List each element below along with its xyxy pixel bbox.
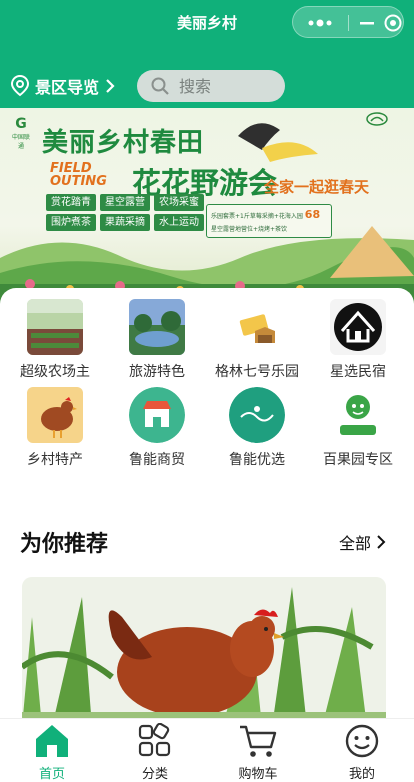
tab-profile[interactable]: 我的 [322,719,402,782]
tab-category[interactable]: 分类 [115,719,195,782]
category-label: 百果园专区 [323,452,393,468]
chevron-right-icon [106,79,115,93]
search-bar[interactable] [137,70,285,102]
tab-label: 购物车 [238,767,278,782]
farm-photo-icon [27,299,83,355]
banner-tag: 围炉煮茶 [46,214,96,231]
banner-promo-box: 乐园套票+1斤草莓采摘+花海入园 68 星空露营地营位+烧烤+茶饮 [206,204,332,238]
more-icon[interactable] [303,13,339,33]
partner-logo [350,112,404,128]
tab-cart[interactable]: 购物车 [218,719,298,782]
banner-tag: 赏花踏青 [46,194,96,211]
category-item-super-farmer[interactable]: 超级农场主 [7,299,103,381]
category-item-homestay[interactable]: 星选民宿 [310,299,406,381]
recommend-title: 为你推荐 [20,532,109,557]
store-icon [129,387,185,443]
lake-photo-icon [129,299,185,355]
category-item-fruit-garden[interactable]: 百果园专区 [310,387,406,469]
profile-icon [345,724,379,758]
hen-photo [22,577,386,727]
scenic-guide-label: 景区导览 [35,78,100,97]
chicken-icon [27,387,83,443]
category-item-specialty[interactable]: 乡村特产 [7,387,103,469]
banner-title-line1: 美丽乡村春田 [42,128,205,158]
category-item-luneng-trade[interactable]: 鲁能商贸 [109,387,205,469]
promo-line-1: 乐园套票+1斤草莓采摘+花海入园 [211,213,303,220]
category-label: 格林七号乐园 [215,364,299,380]
close-icon[interactable] [383,13,403,33]
location-pin-icon [10,75,30,97]
minimize-icon[interactable] [357,13,377,33]
banner-tag: 果蔬采摘 [100,214,150,231]
luneng-select-icon [229,387,285,443]
promo-price: 68 [304,208,321,221]
category-label: 乡村特产 [27,452,83,468]
category-grid: 超级农场主 旅游特色 格林七号乐园 星选民宿 乡村特产 鲁能商贸 鲁能优选 百果… [0,288,414,493]
recommend-all-label: 全部 [339,534,372,553]
tab-label: 分类 [141,767,168,782]
ticket-icon [229,299,285,355]
category-icon [138,723,171,757]
banner-field-outing: FIELD OUTING [50,161,107,189]
chevron-right-icon [377,535,386,549]
category-label: 旅游特色 [129,364,185,380]
search-icon [151,77,169,95]
scenic-guide-link[interactable]: 景区导览 [10,72,122,100]
banner-tag: 水上运动 [154,214,204,231]
bottom-tab-bar: 首页 分类 购物车 我的 [0,718,414,782]
category-item-green-park[interactable]: 格林七号乐园 [209,299,305,381]
miniprogram-capsule [292,6,404,38]
top-bar: 美丽乡村 景区导览 [0,0,414,110]
category-label: 超级农场主 [20,364,90,380]
tab-home[interactable]: 首页 [12,719,92,782]
promo-banner[interactable]: G 中国联通 美丽乡村春田 FIELD OUTING 花花野游会 全家一起逛春天 … [0,108,414,304]
home-icon [36,725,68,757]
partner-logo-icon [366,112,388,126]
search-input[interactable] [177,75,281,97]
tab-label: 首页 [38,767,65,782]
tab-label: 我的 [348,767,375,782]
unicom-logo: G 中国联通 [11,116,30,150]
category-item-luneng-select[interactable]: 鲁能优选 [209,387,305,469]
recommend-all-link[interactable]: 全部 [339,530,388,554]
category-item-travel[interactable]: 旅游特色 [109,299,205,381]
category-label: 鲁能商贸 [129,452,185,468]
recommend-product-image[interactable] [22,577,386,727]
banner-tag: 星空露营 [100,194,150,211]
category-label: 星选民宿 [330,364,386,380]
fruit-monkey-icon [330,387,386,443]
banner-tag: 农场采蜜 [154,194,204,211]
promo-line-2: 星空露营地营位+烧烤+茶饮 [211,226,288,233]
banner-slogan: 全家一起逛春天 [264,178,370,196]
cart-icon [240,725,277,757]
house-icon [330,299,386,355]
category-label: 鲁能优选 [229,452,285,468]
